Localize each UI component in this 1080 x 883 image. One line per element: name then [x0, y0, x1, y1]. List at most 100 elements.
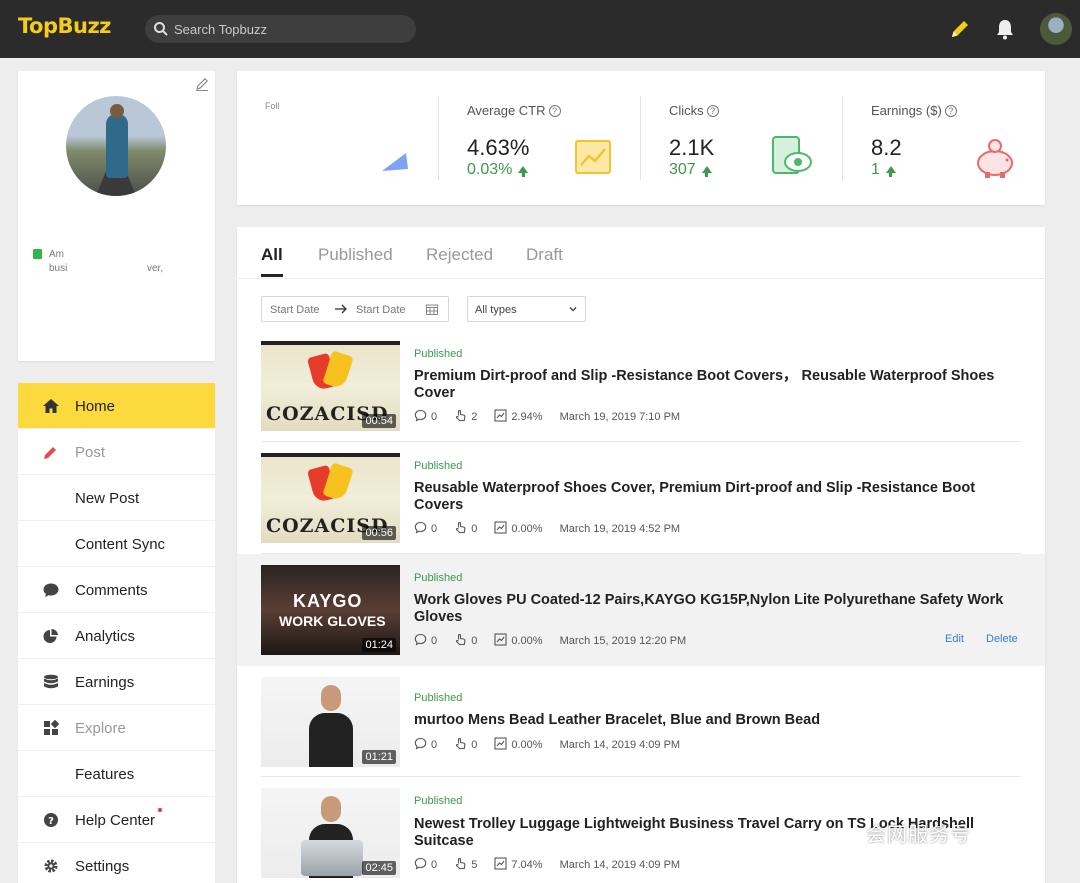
post-row[interactable]: KAYGO WORK GLOVES 01:24 Published Work G…: [237, 554, 1045, 666]
comment-icon: [414, 857, 427, 870]
calendar-icon[interactable]: [426, 304, 438, 315]
ctr-chart-icon: [494, 857, 507, 870]
post-status: Published: [414, 692, 463, 704]
post-meta: 0 2 2.94% March 19, 2019 7:10 PM: [414, 409, 694, 423]
video-thumbnail[interactable]: 02:45: [261, 788, 400, 878]
edit-link[interactable]: Edit: [945, 633, 964, 645]
post-title[interactable]: Premium Dirt-proof and Slip -Resistance …: [414, 368, 1014, 402]
video-thumbnail[interactable]: KAYGO WORK GLOVES 01:24: [261, 565, 400, 655]
post-status: Published: [414, 572, 463, 584]
home-icon: [43, 399, 59, 413]
app-logo[interactable]: TopBuzz: [18, 14, 111, 38]
grid-icon: [44, 720, 60, 735]
video-duration: 00:56: [362, 526, 396, 540]
info-icon[interactable]: ?: [944, 105, 957, 117]
hand-click-icon: [456, 737, 466, 750]
end-date-input[interactable]: Start Date: [356, 304, 406, 316]
pie-chart-icon: [43, 629, 58, 643]
video-duration: 01:24: [362, 638, 396, 652]
search-icon: [154, 22, 168, 36]
comment-icon: [414, 737, 427, 750]
partial-stat-icon: [382, 153, 408, 171]
sidebar-item-settings[interactable]: Settings: [18, 843, 215, 883]
post-meta: 0 5 7.04% March 14, 2019 4:09 PM: [414, 857, 694, 871]
post-meta: 0 0 0.00% March 15, 2019 12:20 PM: [414, 633, 700, 647]
sidebar-item-comments[interactable]: Comments: [18, 567, 215, 613]
arrow-up-icon: [518, 166, 529, 177]
sidebar-item-features[interactable]: Features: [18, 751, 215, 797]
stat-earnings: Earnings ($)? 8.2 1: [842, 71, 1045, 205]
post-title[interactable]: murtoo Mens Bead Leather Bracelet, Blue …: [414, 712, 1014, 729]
top-bar: TopBuzz Search Topbuzz: [0, 0, 1080, 58]
watermark: 会网服务号: [866, 822, 971, 846]
date-range-picker[interactable]: Start Date Start Date: [261, 296, 449, 322]
tab-rejected[interactable]: Rejected: [426, 245, 493, 265]
comment-icon: [414, 409, 427, 422]
pencil-icon[interactable]: [948, 17, 972, 41]
post-status: Published: [414, 460, 463, 472]
video-thumbnail[interactable]: 01:21: [261, 677, 400, 767]
bell-icon[interactable]: [994, 17, 1016, 41]
post-row[interactable]: COZACISD 00:56 Published Reusable Waterp…: [237, 442, 1045, 554]
info-icon[interactable]: ?: [548, 105, 561, 117]
pencil-icon: [44, 447, 56, 459]
video-thumbnail[interactable]: COZACISD 00:56: [261, 453, 400, 543]
post-title[interactable]: Reusable Waterproof Shoes Cover, Premium…: [414, 480, 1014, 514]
sidebar-item-help-center[interactable]: ? Help Center: [18, 797, 215, 843]
edit-profile-icon[interactable]: [194, 76, 210, 92]
stats-card: Foll Average CTR? 4.63% 0.03% Clicks? 2.…: [237, 71, 1045, 205]
post-row[interactable]: 01:21 Published murtoo Mens Bead Leather…: [237, 666, 1045, 777]
profile-card: Am busi ver,: [18, 71, 215, 361]
sidebar-item-new-post[interactable]: New Post: [18, 475, 215, 521]
active-tab-indicator: [261, 274, 283, 277]
video-thumbnail[interactable]: COZACISD 00:54: [261, 341, 400, 431]
hand-click-icon: [456, 409, 466, 422]
arrow-right-icon: [335, 304, 347, 314]
post-status: Published: [414, 795, 463, 807]
post-title[interactable]: Work Gloves PU Coated-12 Pairs,KAYGO KG1…: [414, 592, 1014, 626]
gear-icon: [44, 859, 58, 873]
arrow-up-icon: [701, 166, 712, 177]
sidebar-item-home[interactable]: Home: [18, 383, 215, 429]
sidebar-item-earnings[interactable]: Earnings: [18, 659, 215, 705]
sidebar-item-content-sync[interactable]: Content Sync: [18, 521, 215, 567]
help-icon: ?: [44, 813, 58, 827]
type-select[interactable]: All types: [467, 296, 586, 322]
tab-all[interactable]: All: [261, 245, 283, 265]
video-duration: 00:54: [362, 414, 396, 428]
arrow-up-icon: [885, 166, 896, 177]
search-input[interactable]: Search Topbuzz: [174, 22, 267, 37]
piggy-bank-icon: [977, 139, 1013, 178]
start-date-input[interactable]: Start Date: [270, 304, 320, 316]
database-icon: [44, 674, 58, 689]
chevron-down-icon: [569, 307, 577, 312]
post-tabs: All Published Rejected Draft: [237, 227, 1045, 279]
post-row[interactable]: COZACISD 00:54 Published Premium Dirt-pr…: [237, 335, 1045, 442]
sidebar-item-explore[interactable]: Explore: [18, 705, 215, 751]
comment-icon: [414, 521, 427, 534]
sidebar-item-post[interactable]: Post: [18, 429, 215, 475]
ctr-chart-icon: [494, 737, 507, 750]
post-meta: 0 0 0.00% March 19, 2019 4:52 PM: [414, 521, 694, 535]
sidebar-nav: Home Post New Post Content Sync Comments…: [18, 383, 215, 883]
trend-chart-icon: [575, 140, 611, 174]
post-meta: 0 0 0.00% March 14, 2019 4:09 PM: [414, 737, 694, 751]
tab-published[interactable]: Published: [318, 245, 393, 265]
profile-bio: Am busi ver,: [49, 249, 164, 274]
ctr-chart-icon: [494, 633, 507, 646]
profile-photo: [66, 96, 166, 196]
info-icon[interactable]: ?: [706, 105, 719, 117]
bio-icon: [33, 249, 42, 259]
user-avatar[interactable]: [1040, 13, 1072, 45]
svg-text:?: ?: [48, 816, 54, 827]
stat-clicks: Clicks? 2.1K 307: [640, 71, 842, 205]
video-duration: 01:21: [362, 750, 396, 764]
hand-click-icon: [456, 633, 466, 646]
stat-average-ctr: Average CTR? 4.63% 0.03%: [438, 71, 640, 205]
sidebar-item-analytics[interactable]: Analytics: [18, 613, 215, 659]
search-box[interactable]: Search Topbuzz: [145, 15, 416, 43]
delete-link[interactable]: Delete: [986, 633, 1018, 645]
tab-draft[interactable]: Draft: [526, 245, 563, 265]
notification-dot: [158, 808, 162, 812]
comment-icon: [414, 633, 427, 646]
